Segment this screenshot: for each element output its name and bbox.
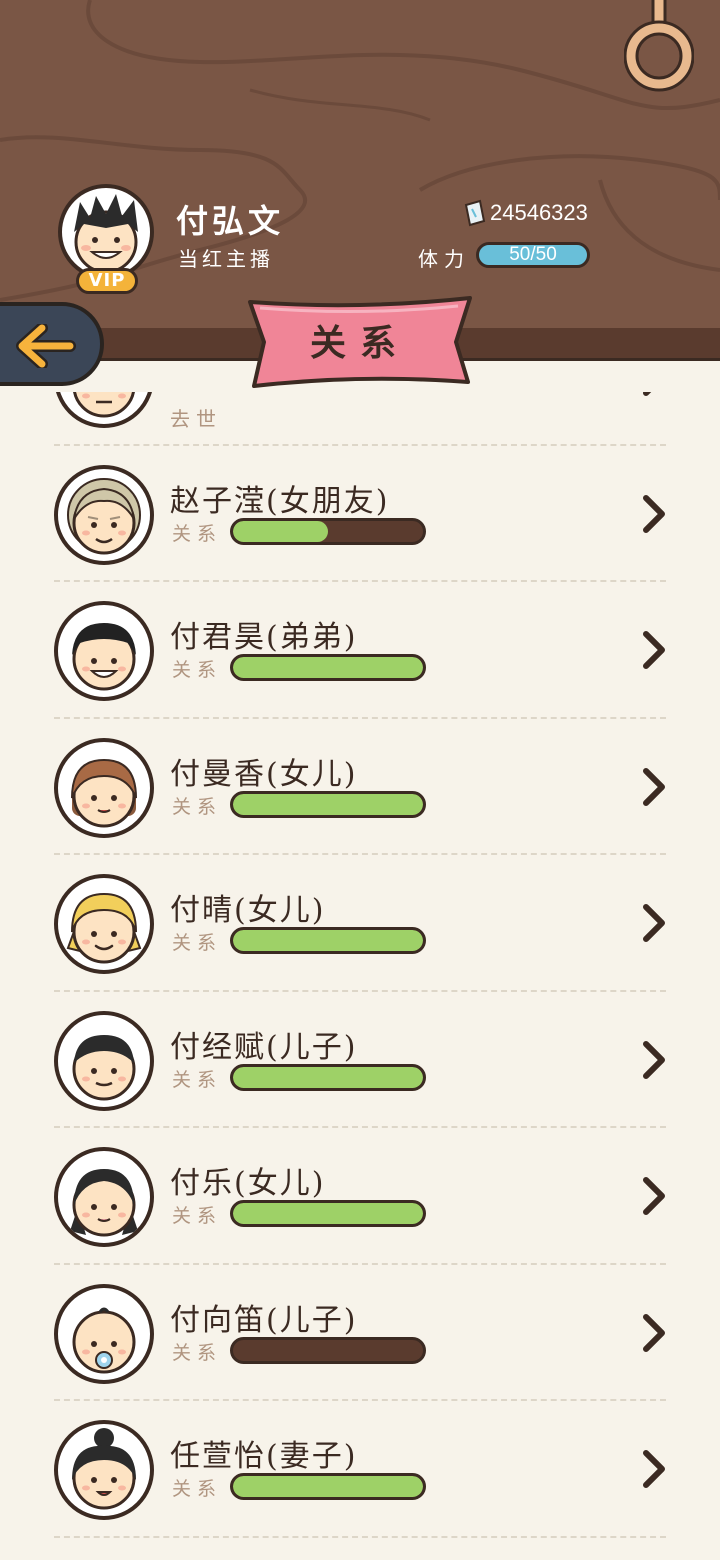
relation-name: 付曼香(女儿)	[170, 756, 358, 792]
brown-hair-girl-portrait	[54, 737, 154, 838]
baby-pacifier-portrait	[54, 1283, 154, 1384]
relation-row[interactable]: 付向笛(儿子) 关系	[0, 1265, 720, 1401]
relation-row[interactable]: 付晴(女儿) 关系	[0, 855, 720, 992]
relationship-bar	[230, 1336, 426, 1364]
relationship-bar	[230, 1473, 426, 1500]
elder-portrait	[54, 392, 154, 428]
chevron-right-icon[interactable]	[640, 903, 668, 947]
relation-row[interactable]: 去世	[0, 392, 720, 446]
chevron-right-icon[interactable]	[640, 1313, 668, 1357]
relation-name: 付乐(女儿)	[170, 1166, 326, 1201]
relations-list-content: 去世 赵子滢(女朋友) 关系 付君昊(弟弟) 关系 付曼香(女儿) 关系 付晴(…	[0, 392, 720, 1538]
relationship-bar-fill	[233, 1476, 423, 1497]
relation-row[interactable]: 付曼香(女儿) 关系	[0, 719, 720, 855]
relationship-bar	[230, 1200, 426, 1227]
grinning-man-portrait	[54, 601, 154, 701]
blonde-girl-portrait	[54, 874, 154, 974]
chevron-right-icon[interactable]	[640, 1176, 668, 1220]
page-title: 关系	[309, 322, 410, 364]
relation-name: 赵子滢(女朋友)	[170, 483, 390, 519]
row-divider	[54, 1535, 666, 1538]
relation-label: 关系	[172, 1068, 223, 1091]
stamina-bar: 50/50	[476, 242, 590, 268]
relationship-bar-fill	[233, 657, 423, 678]
relations-list[interactable]: 去世 赵子滢(女朋友) 关系 付君昊(弟弟) 关系 付曼香(女儿) 关系 付晴(…	[0, 392, 720, 1560]
boy-portrait	[54, 1010, 154, 1111]
relations-screen: VIP 付弘文 当红主播 24546323 体力 50/50 关系 去世 赵子滢…	[0, 0, 720, 1560]
relationship-bar-fill	[233, 1203, 423, 1224]
chevron-right-icon[interactable]	[640, 392, 668, 401]
player-face-icon	[74, 194, 138, 274]
relationship-bar-fill	[233, 793, 423, 815]
relation-label: 关系	[172, 659, 223, 681]
pigtail-girl-portrait	[54, 1147, 154, 1247]
stamina-label: 体力	[418, 247, 470, 271]
relation-row[interactable]: 付经赋(儿子) 关系	[0, 992, 720, 1128]
relationship-bar-fill	[233, 1066, 423, 1088]
relation-row[interactable]: 赵子滢(女朋友) 关系	[0, 446, 720, 582]
chevron-right-icon[interactable]	[640, 1449, 668, 1493]
money-value: 24546323	[490, 200, 588, 225]
chevron-right-icon[interactable]	[640, 630, 668, 674]
relation-row[interactable]: 任萱怡(妻子) 关系	[0, 1401, 720, 1538]
relationship-bar-fill	[233, 520, 328, 542]
relation-label: 关系	[172, 522, 223, 545]
relationship-bar	[230, 790, 426, 818]
relation-name: 付向笛(儿子)	[170, 1302, 358, 1338]
back-button[interactable]	[0, 302, 104, 386]
banknote-icon	[464, 199, 486, 227]
chevron-right-icon[interactable]	[640, 494, 668, 538]
relationship-bar-fill	[233, 930, 423, 951]
relationship-bar	[230, 654, 426, 681]
hanging-ring-icon	[624, 0, 694, 92]
relation-label: 关系	[172, 1205, 223, 1227]
vip-badge: VIP	[76, 268, 138, 294]
relationship-bar	[230, 927, 426, 954]
relation-row[interactable]: 付君昊(弟弟) 关系	[0, 582, 720, 719]
player-name: 付弘文	[176, 202, 285, 240]
money-display: 24546323	[462, 199, 588, 227]
relation-name: 付经赋(儿子)	[170, 1029, 358, 1065]
relation-label: 关系	[172, 932, 223, 954]
chevron-right-icon[interactable]	[640, 767, 668, 811]
relation-name: 付晴(女儿)	[170, 893, 326, 928]
relation-label: 关系	[172, 795, 223, 818]
relationship-bar	[230, 1063, 426, 1091]
bun-woman-portrait	[54, 1420, 154, 1520]
relation-status: 去世	[170, 407, 222, 431]
player-title: 当红主播	[178, 247, 274, 271]
relation-row[interactable]: 付乐(女儿) 关系	[0, 1128, 720, 1265]
relation-name: 任萱怡(妻子)	[170, 1439, 358, 1474]
player-avatar[interactable]	[58, 184, 154, 280]
back-arrow-icon	[16, 324, 76, 368]
relation-name: 付君昊(弟弟)	[170, 620, 358, 655]
relationship-bar	[230, 517, 426, 545]
elderly-woman-portrait	[54, 464, 154, 565]
relation-label: 关系	[172, 1478, 223, 1500]
relation-label: 关系	[172, 1341, 223, 1364]
chevron-right-icon[interactable]	[640, 1040, 668, 1084]
